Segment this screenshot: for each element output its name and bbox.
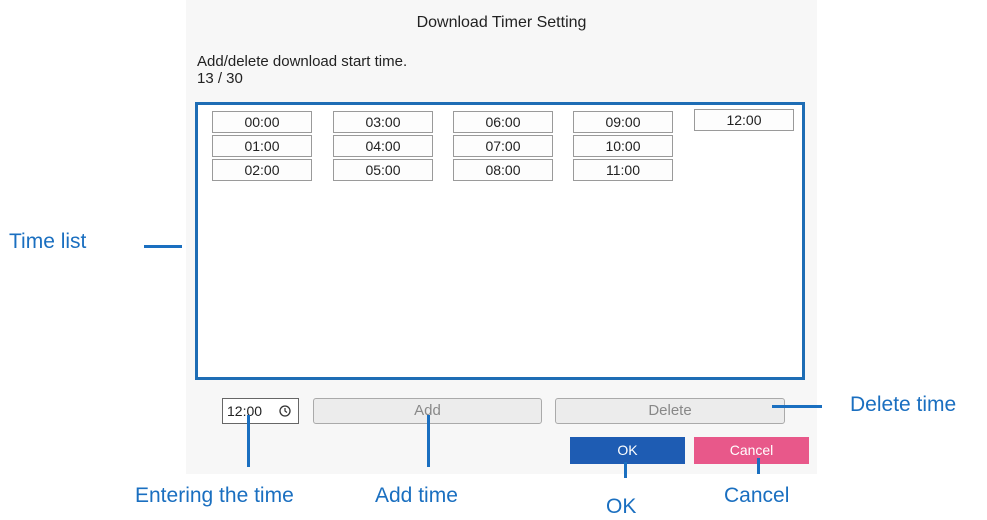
callout-time-list: Time list <box>9 230 87 253</box>
ok-button[interactable]: OK <box>570 437 685 464</box>
time-entry[interactable]: 11:00 <box>573 159 673 181</box>
callout-line-entering-time <box>247 415 250 467</box>
delete-button[interactable]: Delete <box>555 398 785 424</box>
cancel-button[interactable]: Cancel <box>694 437 809 464</box>
callout-line-delete-time <box>772 405 822 408</box>
time-entry[interactable]: 08:00 <box>453 159 553 181</box>
time-entry[interactable]: 05:00 <box>333 159 433 181</box>
time-entry[interactable]: 02:00 <box>212 159 312 181</box>
download-timer-dialog: Download Timer Setting Add/delete downlo… <box>186 0 817 474</box>
callout-delete-time: Delete time <box>850 393 957 416</box>
callout-line-ok <box>624 462 627 478</box>
dialog-description: Add/delete download start time. <box>197 53 408 70</box>
time-input-value: 12:00 <box>227 403 263 419</box>
time-entry[interactable]: 01:00 <box>212 135 312 157</box>
dialog-description-block: Add/delete download start time. 13 / 30 <box>197 53 407 87</box>
callout-cancel: Cancel <box>724 484 790 507</box>
time-entry[interactable]: 07:00 <box>453 135 553 157</box>
callout-add-time: Add time <box>375 484 458 507</box>
time-entry[interactable]: 04:00 <box>333 135 433 157</box>
time-list[interactable]: 00:00 01:00 02:00 03:00 04:00 05:00 06:0… <box>195 102 805 380</box>
time-entry[interactable]: 10:00 <box>573 135 673 157</box>
callout-line-cancel <box>757 458 760 474</box>
callout-line-time-list <box>144 245 182 248</box>
time-input[interactable]: 12:00 <box>222 398 299 424</box>
callout-line-add-time <box>427 415 430 467</box>
dialog-title: Download Timer Setting <box>416 14 587 31</box>
clock-icon[interactable] <box>279 405 291 417</box>
time-count: 13 / 30 <box>197 70 243 87</box>
time-entry[interactable]: 00:00 <box>212 111 312 133</box>
callout-entering-time: Entering the time <box>135 484 294 507</box>
time-entry[interactable]: 09:00 <box>573 111 673 133</box>
callout-ok: OK <box>606 495 637 518</box>
time-entry[interactable]: 03:00 <box>333 111 433 133</box>
time-entry[interactable]: 12:00 <box>694 109 794 131</box>
time-entry[interactable]: 06:00 <box>453 111 553 133</box>
